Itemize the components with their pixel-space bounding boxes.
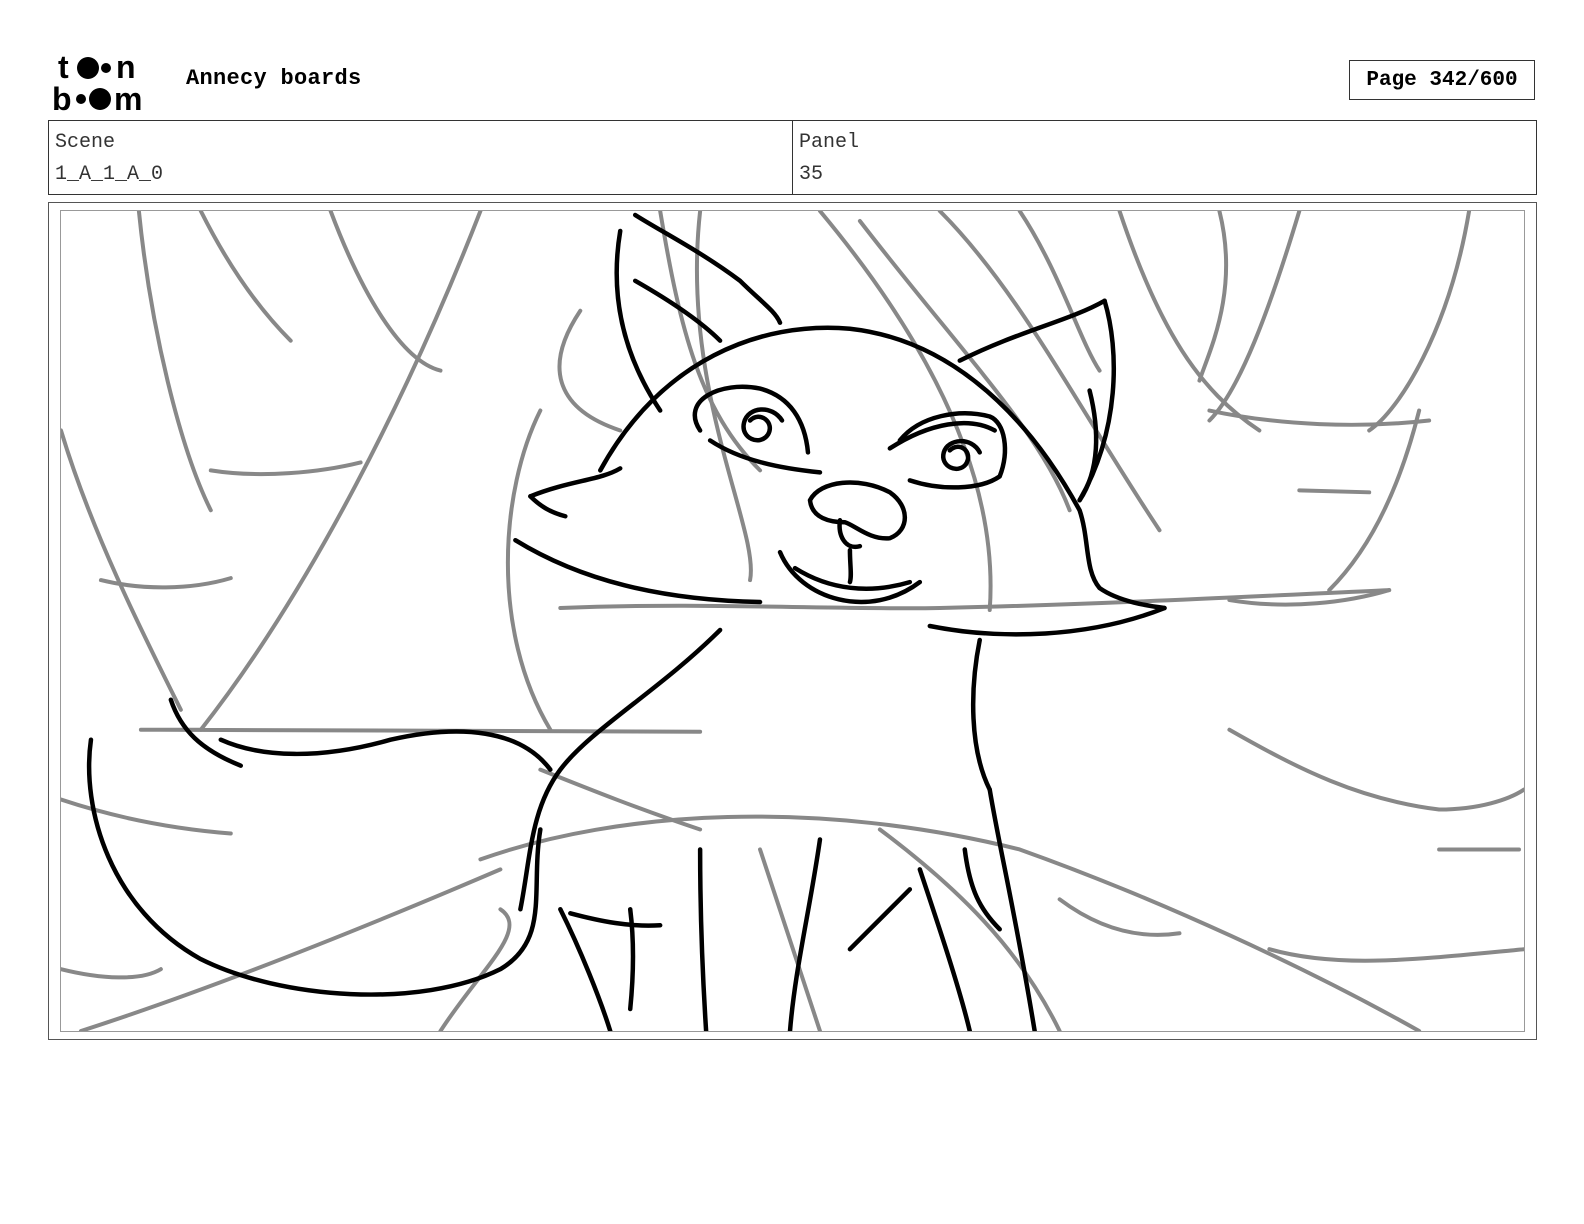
- scene-value: 1_A_1_A_0: [55, 163, 164, 186]
- page-number-box: Page 342/600: [1349, 60, 1535, 100]
- panel-label: Panel: [799, 131, 860, 154]
- storyboard-sketch-icon: [61, 211, 1524, 1031]
- panel-value: 35: [799, 163, 824, 186]
- panel-image: [60, 210, 1525, 1032]
- document-title: Annecy boards: [186, 66, 362, 91]
- svg-text:b: b: [52, 81, 72, 112]
- toon-boom-logo-icon: t n b m: [52, 49, 142, 117]
- toon-boom-logo: t n b m: [50, 49, 164, 117]
- scene-label: Scene: [55, 131, 116, 154]
- svg-text:n: n: [116, 50, 136, 85]
- scene-cell: Scene 1_A_1_A_0: [49, 121, 792, 194]
- page-number: Page 342/600: [1366, 68, 1518, 92]
- svg-text:m: m: [114, 81, 142, 112]
- panel-cell: Panel 35: [792, 121, 1536, 194]
- svg-text:t: t: [58, 50, 69, 85]
- scene-panel-info-table: Scene 1_A_1_A_0 Panel 35: [48, 120, 1537, 195]
